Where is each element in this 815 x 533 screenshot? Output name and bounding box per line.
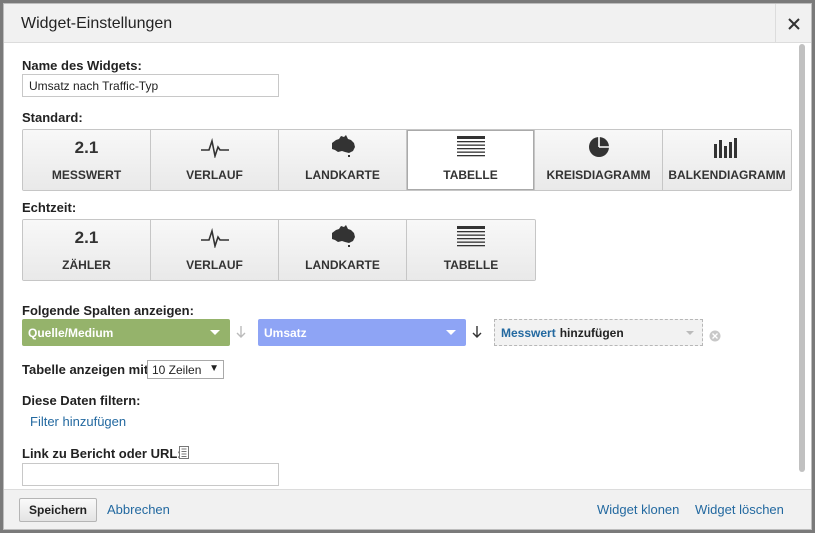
clone-widget-link[interactable]: Widget klonen [597,502,679,517]
dimension-value: Quelle/Medium [28,325,114,340]
standard-timeline-button[interactable]: VERLAUF [151,130,279,190]
standard-label: Standard: [22,110,83,125]
caret-down-icon: ▼ [209,363,219,374]
dimension-select[interactable]: Quelle/Medium [22,319,230,346]
button-label: VERLAUF [186,258,243,272]
standard-bar-button[interactable]: BALKENDIAGRAMM [663,130,791,190]
button-label: LANDKARTE [305,168,380,182]
close-button[interactable] [775,4,811,43]
sort-arrow-icon[interactable] [236,325,246,339]
standard-viz-group: 2.1 MESSWERT VERLAUF LANDKARTE TABELLE K… [22,129,792,191]
add-filter-link[interactable]: Filter hinzufügen [30,414,126,429]
dialog-title: Widget-Einstellungen [21,15,173,32]
link-url-input[interactable] [22,463,279,486]
scrollbar[interactable] [799,44,805,472]
map-icon [331,135,355,157]
timeline-icon [200,138,229,158]
columns-label: Folgende Spalten anzeigen: [22,303,194,318]
table-icon [456,136,485,157]
rows-value: 10 Zeilen [152,362,202,377]
save-button[interactable]: Speichern [19,498,97,522]
button-label: LANDKARTE [305,258,380,272]
add-metric-link-text: Messwert [501,325,556,340]
close-icon [787,17,800,30]
button-label: KREISDIAGRAMM [546,168,651,182]
table-icon [457,226,485,247]
widget-settings-dialog: Widget-Einstellungen Name des Widgets: S… [3,3,812,530]
chevron-down-icon [686,331,694,335]
chevron-down-icon [210,330,220,335]
standard-pie-button[interactable]: KREISDIAGRAMM [535,130,663,190]
rows-select[interactable]: 10 Zeilen ▼ [147,360,224,379]
widget-name-label: Name des Widgets: [22,58,142,73]
button-label: TABELLE [443,258,499,272]
link-url-label: Link zu Bericht oder URL: [22,446,182,461]
realtime-table-button[interactable]: TABELLE [407,220,535,280]
sort-arrow-icon[interactable] [472,325,482,339]
metric-value: Umsatz [264,325,307,340]
delete-widget-link[interactable]: Widget löschen [695,502,784,517]
realtime-counter-button[interactable]: 2.1 ZÄHLER [23,220,151,280]
button-label: BALKENDIAGRAMM [668,168,786,182]
realtime-viz-group: 2.1 ZÄHLER VERLAUF LANDKARTE TABELLE [22,219,536,281]
dialog-titlebar: Widget-Einstellungen [4,4,811,43]
chevron-down-icon [446,330,456,335]
button-label: VERLAUF [186,168,243,182]
counter-number-icon: 2.1 [74,228,99,247]
standard-map-button[interactable]: LANDKARTE [279,130,407,190]
cancel-link[interactable]: Abbrechen [107,502,170,517]
filter-label: Diese Daten filtern: [22,393,141,408]
add-metric-select[interactable]: Messwert hinzufügen [494,319,703,346]
realtime-map-button[interactable]: LANDKARTE [279,220,407,280]
realtime-label: Echtzeit: [22,200,77,215]
metric-select[interactable]: Umsatz [258,319,466,346]
realtime-timeline-button[interactable]: VERLAUF [151,220,279,280]
dialog-footer: Speichern Abbrechen Widget klonen Widget… [4,489,811,529]
metric-number-icon: 2.1 [74,138,99,157]
document-icon[interactable] [179,446,189,459]
remove-icon[interactable] [709,330,721,342]
standard-metric-button[interactable]: 2.1 MESSWERT [23,130,151,190]
add-metric-rest-text: hinzufügen [559,325,624,340]
standard-table-button[interactable]: TABELLE [407,130,535,190]
button-label: ZÄHLER [62,258,111,272]
button-label: MESSWERT [51,168,122,182]
button-label: TABELLE [443,168,498,182]
table-rows-label: Tabelle anzeigen mit [22,362,149,377]
timeline-icon [200,228,229,248]
bar-chart-icon [714,138,737,158]
pie-chart-icon [588,136,609,157]
map-icon [331,225,355,247]
widget-name-input[interactable] [22,74,279,97]
